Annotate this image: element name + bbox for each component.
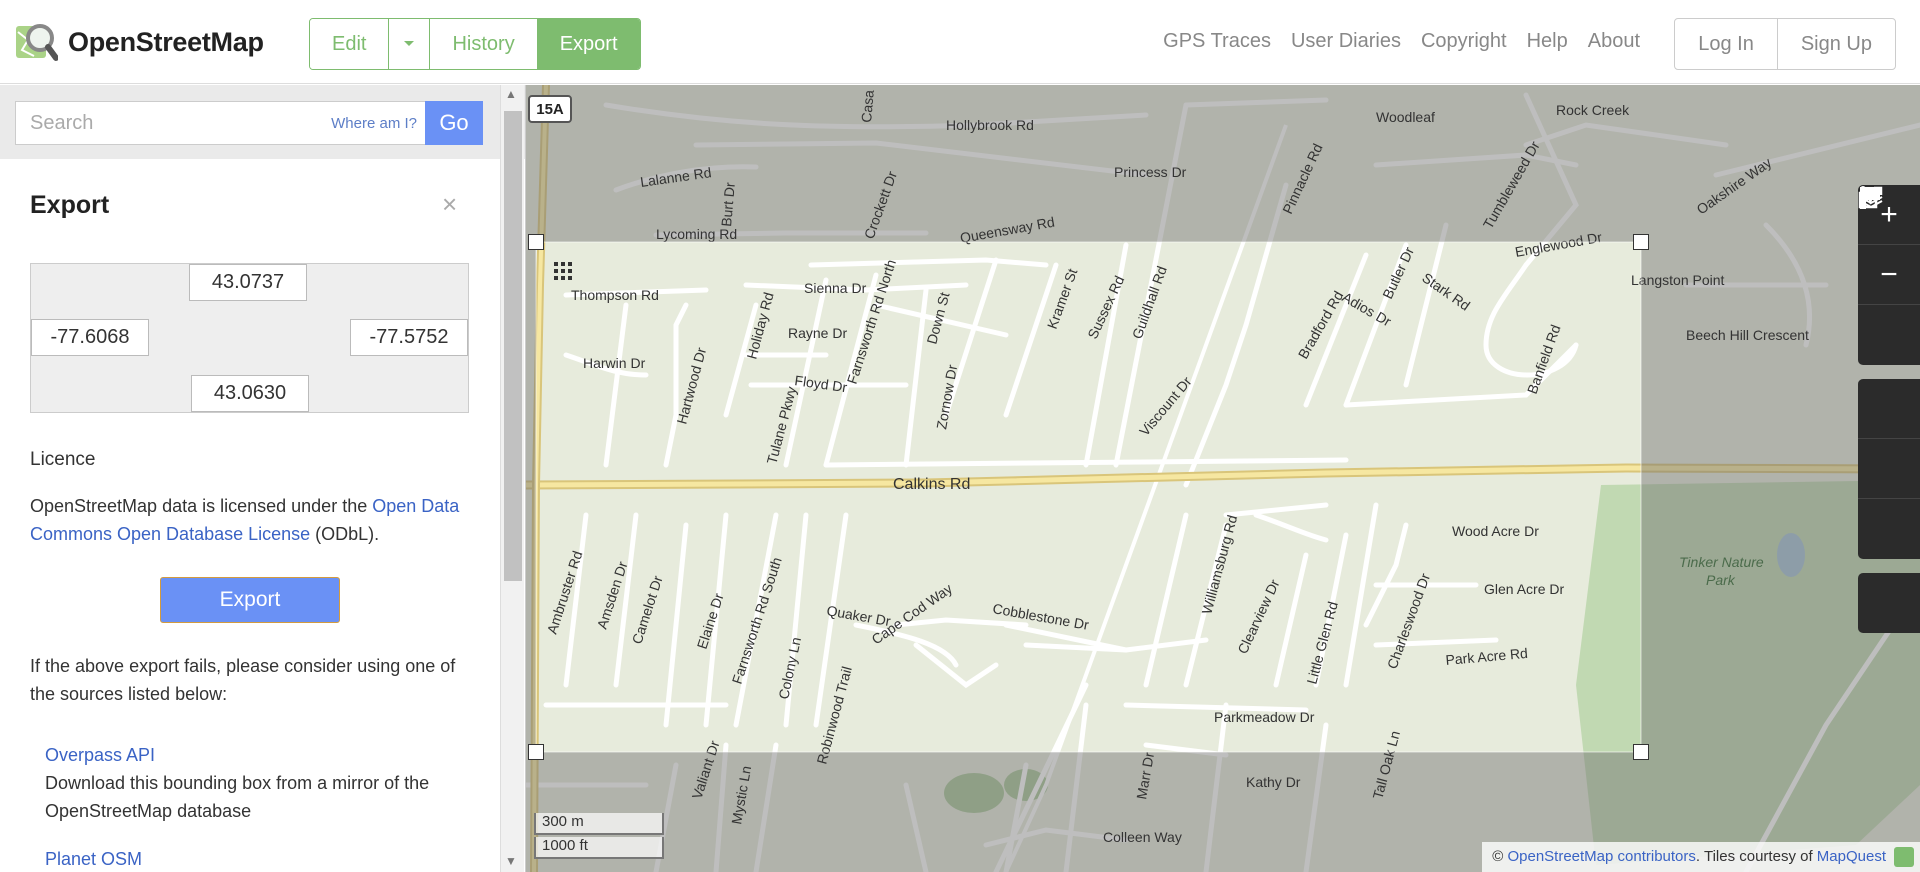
west-bound-field[interactable]: -77.6068 xyxy=(31,319,149,356)
scale-imperial: 1000 ft xyxy=(534,837,664,859)
street-label: Glen Acre Dr xyxy=(1484,581,1564,597)
map-attribution: © OpenStreetMap contributors. Tiles cour… xyxy=(1482,842,1920,872)
licence-heading: Licence xyxy=(30,449,96,470)
scale-metric: 300 m xyxy=(534,813,664,835)
caret-down-icon xyxy=(404,41,415,46)
attribution-mid: . Tiles courtesy of xyxy=(1695,848,1817,865)
map-controls: + − xyxy=(1858,185,1920,647)
street-label: Kathy Dr xyxy=(1246,774,1301,790)
nav-links: GPS Traces User Diaries Copyright Help A… xyxy=(1153,30,1650,53)
mapquest-link[interactable]: MapQuest xyxy=(1817,848,1886,865)
share-button[interactable] xyxy=(1858,186,1920,559)
park-label: Park xyxy=(1706,572,1736,588)
mode-tabs: Edit History Export xyxy=(309,18,641,70)
street-label: Thompson Rd xyxy=(571,287,659,303)
street-label: Parkmeadow Dr xyxy=(1214,709,1315,725)
add-note-button[interactable] xyxy=(1858,187,1920,633)
mapquest-logo-icon xyxy=(1894,847,1914,867)
nav-gps-traces[interactable]: GPS Traces xyxy=(1153,30,1281,53)
east-bound-field[interactable]: -77.5752 xyxy=(350,319,468,356)
top-bar: OpenStreetMap Edit History Export GPS Tr… xyxy=(0,0,1920,84)
licence-pre: OpenStreetMap data is licensed under the xyxy=(30,496,373,516)
resize-handle-nw[interactable] xyxy=(528,234,544,250)
layers-button[interactable] xyxy=(1858,187,1920,439)
street-label: Harwin Dr xyxy=(583,355,646,371)
sidebar: Search Where am I? Go Export × 43.0737 -… xyxy=(0,85,526,872)
street-label: Hollybrook Rd xyxy=(946,117,1034,133)
osm-contributors-link[interactable]: OpenStreetMap contributors xyxy=(1507,848,1695,865)
street-label: Lycoming Rd xyxy=(656,226,737,242)
street-label: Langston Point xyxy=(1631,272,1725,288)
edit-button[interactable]: Edit xyxy=(310,19,390,69)
map-view[interactable]: Hollybrook Rd Woodleaf Rock Creek Prince… xyxy=(526,85,1920,872)
close-icon[interactable]: × xyxy=(442,189,457,220)
street-label: Wood Acre Dr xyxy=(1452,523,1539,539)
search-input[interactable]: Search Where am I? xyxy=(15,101,425,145)
scroll-up-icon[interactable]: ▲ xyxy=(505,87,517,101)
locate-button[interactable] xyxy=(1858,187,1920,365)
resize-handle-sw[interactable] xyxy=(528,744,544,760)
street-label: Calkins Rd xyxy=(893,476,970,493)
source-description: Download this bounding box from a mirror… xyxy=(45,773,430,821)
zoom-out-button[interactable]: − xyxy=(1858,245,1920,305)
source-item: Overpass API Download this bounding box … xyxy=(45,741,465,825)
nav-user-diaries[interactable]: User Diaries xyxy=(1281,30,1411,53)
nav-help[interactable]: Help xyxy=(1517,30,1578,53)
map-tiles: Hollybrook Rd Woodleaf Rock Creek Prince… xyxy=(526,85,1920,872)
nav-copyright[interactable]: Copyright xyxy=(1411,30,1517,53)
panel-title: Export xyxy=(30,191,110,219)
drag-grip-icon[interactable] xyxy=(552,260,574,282)
licence-text: OpenStreetMap data is licensed under the… xyxy=(30,492,475,548)
brand-name: OpenStreetMap xyxy=(68,26,264,57)
source-item: Planet OSM xyxy=(45,845,465,872)
street-label: Princess Dr xyxy=(1114,164,1187,180)
export-button[interactable]: Export xyxy=(160,577,340,623)
sidebar-scrollbar[interactable]: ▲ ▼ xyxy=(500,85,524,872)
route-shield: 15A xyxy=(528,95,572,123)
search-placeholder: Search xyxy=(30,112,94,134)
south-bound-field[interactable]: 43.0630 xyxy=(191,375,309,412)
minus-icon: − xyxy=(1880,257,1898,291)
auth-buttons: Log In Sign Up xyxy=(1674,18,1896,70)
map-key-button[interactable] xyxy=(1858,186,1920,499)
go-button[interactable]: Go xyxy=(425,101,483,145)
bounding-box-panel: 43.0737 -77.6068 -77.5752 43.0630 xyxy=(30,263,469,413)
edit-dropdown-button[interactable] xyxy=(389,19,431,69)
street-label: Woodleaf xyxy=(1376,109,1435,125)
street-label: Colleen Way xyxy=(1103,829,1182,845)
where-am-i-link[interactable]: Where am I? xyxy=(331,115,417,132)
osm-logo-icon xyxy=(14,20,59,64)
signup-button[interactable]: Sign Up xyxy=(1778,19,1895,69)
park-label: Tinker Nature xyxy=(1679,554,1764,570)
nav-about[interactable]: About xyxy=(1578,30,1650,53)
export-tab-button[interactable]: Export xyxy=(537,19,640,69)
planet-osm-link[interactable]: Planet OSM xyxy=(45,849,142,869)
resize-handle-ne[interactable] xyxy=(1633,234,1649,250)
licence-post: (ODbL). xyxy=(310,524,380,544)
street-label: Rayne Dr xyxy=(788,325,847,341)
scroll-thumb[interactable] xyxy=(504,111,522,581)
history-button[interactable]: History xyxy=(430,19,538,69)
north-bound-field[interactable]: 43.0737 xyxy=(189,264,307,301)
street-label: Casa xyxy=(858,89,877,123)
street-label: Beech Hill Crescent xyxy=(1686,327,1809,343)
scroll-down-icon[interactable]: ▼ xyxy=(505,854,517,868)
resize-handle-se[interactable] xyxy=(1633,744,1649,760)
brand-logo[interactable]: OpenStreetMap xyxy=(14,20,264,64)
search-bar: Search Where am I? Go xyxy=(0,85,525,159)
fail-text: If the above export fails, please consid… xyxy=(30,656,456,704)
overpass-api-link[interactable]: Overpass API xyxy=(45,745,155,765)
street-label: Rock Creek xyxy=(1556,102,1630,118)
street-label: Sienna Dr xyxy=(804,280,867,296)
login-button[interactable]: Log In xyxy=(1675,19,1778,69)
attribution-prefix: © xyxy=(1492,848,1508,865)
